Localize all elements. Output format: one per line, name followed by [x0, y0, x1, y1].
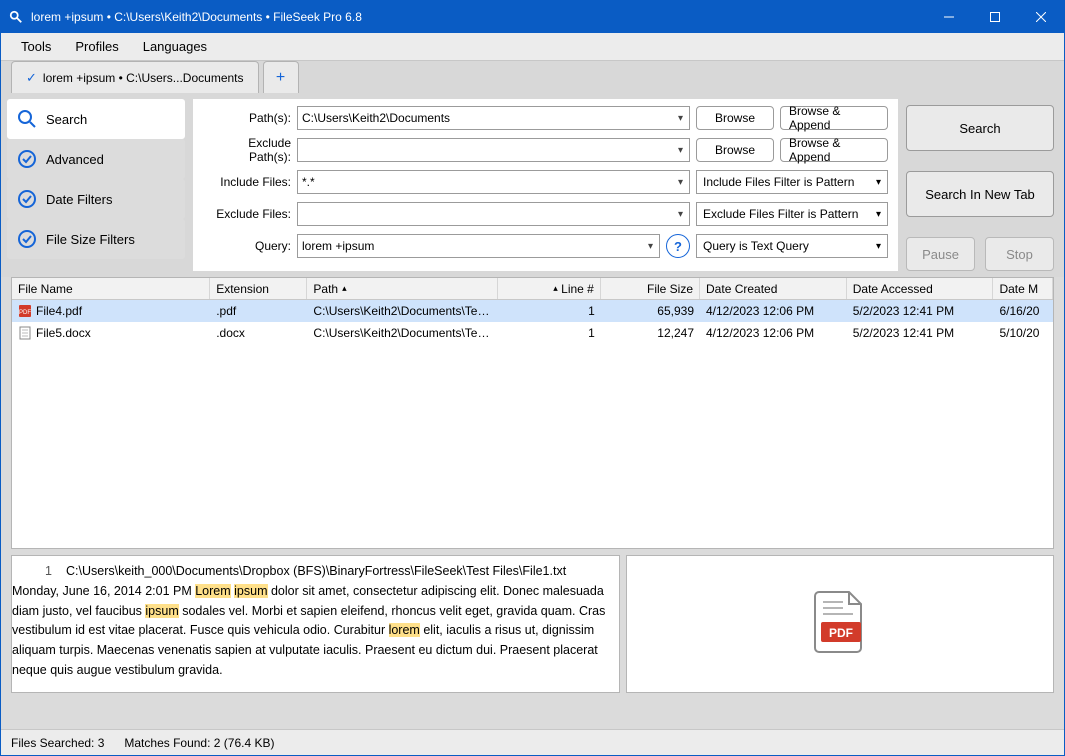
highlight: lorem: [389, 623, 420, 637]
menubar: Tools Profiles Languages: [1, 33, 1064, 61]
preview-line-number: 1: [12, 562, 52, 581]
query-help-button[interactable]: ?: [666, 234, 690, 258]
results-grid[interactable]: File Name Extension Path▴ ▴ Line # File …: [11, 277, 1054, 549]
include-files-input[interactable]: *.*▾: [297, 170, 690, 194]
col-filesize[interactable]: File Size: [601, 278, 700, 299]
status-files-searched: Files Searched: 3: [11, 736, 104, 750]
col-filename[interactable]: File Name: [12, 278, 210, 299]
status-matches-found: Matches Found: 2 (76.4 KB): [124, 736, 274, 750]
grid-header: File Name Extension Path▴ ▴ Line # File …: [12, 278, 1053, 300]
exclude-files-label: Exclude Files:: [203, 207, 291, 221]
tabstrip: ✓ lorem +ipsum • C:\Users...Documents +: [1, 61, 1064, 93]
exclude-path-label: Exclude Path(s):: [203, 136, 291, 164]
search-new-tab-button[interactable]: Search In New Tab: [906, 171, 1054, 217]
nav-file-size-filters[interactable]: File Size Filters: [7, 219, 185, 259]
exclude-files-input[interactable]: ▾: [297, 202, 690, 226]
search-button[interactable]: Search: [906, 105, 1054, 151]
path-input[interactable]: C:\Users\Keith2\Documents▾: [297, 106, 690, 130]
file-icon: PDF: [18, 304, 32, 318]
menu-languages[interactable]: Languages: [131, 35, 219, 58]
action-column: Search Search In New Tab Pause Stop: [906, 99, 1054, 271]
browse-append-path-button[interactable]: Browse & Append: [780, 106, 888, 130]
pdf-icon: PDF: [813, 590, 867, 659]
chevron-down-icon: ▾: [678, 209, 683, 220]
minimize-button[interactable]: [926, 1, 972, 33]
browse-exclude-button[interactable]: Browse: [696, 138, 774, 162]
sort-asc-icon: ▴: [342, 283, 347, 294]
highlight: Lorem: [195, 584, 230, 598]
app-icon: [9, 10, 23, 24]
chevron-down-icon: ▾: [876, 177, 881, 188]
col-created[interactable]: Date Created: [700, 278, 847, 299]
include-filter-mode-select[interactable]: Include Files Filter is Pattern▾: [696, 170, 888, 194]
browse-path-button[interactable]: Browse: [696, 106, 774, 130]
chevron-down-icon: ▾: [648, 241, 653, 252]
col-line[interactable]: ▴ Line #: [498, 278, 601, 299]
search-form: Path(s): C:\Users\Keith2\Documents▾ Brow…: [193, 99, 898, 271]
highlight: ipsum: [145, 604, 178, 618]
menu-profiles[interactable]: Profiles: [63, 35, 130, 58]
maximize-button[interactable]: [972, 1, 1018, 33]
stop-button[interactable]: Stop: [985, 237, 1054, 271]
check-circle-icon: [16, 188, 38, 210]
search-icon: [16, 108, 38, 130]
side-nav: Search Advanced Date Filters File Size F…: [7, 99, 185, 271]
nav-label: Search: [46, 112, 87, 127]
col-path[interactable]: Path▴: [307, 278, 497, 299]
check-icon: ✓: [26, 70, 37, 86]
nav-label: File Size Filters: [46, 232, 135, 247]
pause-button[interactable]: Pause: [906, 237, 975, 271]
menu-tools[interactable]: Tools: [9, 35, 63, 58]
col-modified[interactable]: Date M: [993, 278, 1053, 299]
window-title: lorem +ipsum • C:\Users\Keith2\Documents…: [31, 10, 926, 24]
search-tab[interactable]: ✓ lorem +ipsum • C:\Users...Documents: [11, 61, 259, 93]
highlight: ipsum: [234, 584, 267, 598]
chevron-down-icon: ▾: [876, 209, 881, 220]
nav-label: Date Filters: [46, 192, 112, 207]
svg-text:PDF: PDF: [19, 310, 31, 316]
close-button[interactable]: [1018, 1, 1064, 33]
file-icon: [18, 326, 32, 340]
sort-asc-icon: ▴: [553, 283, 558, 294]
query-label: Query:: [203, 239, 291, 253]
chevron-down-icon: ▾: [876, 241, 881, 252]
browse-append-exclude-button[interactable]: Browse & Append: [780, 138, 888, 162]
svg-text:PDF: PDF: [829, 626, 853, 640]
include-files-label: Include Files:: [203, 175, 291, 189]
col-accessed[interactable]: Date Accessed: [847, 278, 994, 299]
col-extension[interactable]: Extension: [210, 278, 307, 299]
titlebar[interactable]: lorem +ipsum • C:\Users\Keith2\Documents…: [1, 1, 1064, 33]
nav-label: Advanced: [46, 152, 104, 167]
table-row[interactable]: PDFFile4.pdf.pdfC:\Users\Keith2\Document…: [12, 300, 1053, 322]
chevron-down-icon: ▾: [678, 145, 683, 156]
query-input[interactable]: lorem +ipsum▾: [297, 234, 660, 258]
tab-label: lorem +ipsum • C:\Users...Documents: [43, 71, 244, 85]
query-mode-select[interactable]: Query is Text Query▾: [696, 234, 888, 258]
nav-date-filters[interactable]: Date Filters: [7, 179, 185, 219]
exclude-filter-mode-select[interactable]: Exclude Files Filter is Pattern▾: [696, 202, 888, 226]
table-row[interactable]: File5.docx.docxC:\Users\Keith2\Documents…: [12, 322, 1053, 344]
path-label: Path(s):: [203, 111, 291, 125]
nav-advanced[interactable]: Advanced: [7, 139, 185, 179]
text-preview[interactable]: 1C:\Users\keith_000\Documents\Dropbox (B…: [11, 555, 620, 693]
check-circle-icon: [16, 228, 38, 250]
thumbnail-preview: PDF: [626, 555, 1054, 693]
new-tab-button[interactable]: +: [263, 61, 299, 93]
statusbar: Files Searched: 3 Matches Found: 2 (76.4…: [1, 729, 1064, 755]
check-circle-icon: [16, 148, 38, 170]
chevron-down-icon: ▾: [678, 113, 683, 124]
exclude-path-input[interactable]: ▾: [297, 138, 690, 162]
chevron-down-icon: ▾: [678, 177, 683, 188]
nav-search[interactable]: Search: [7, 99, 185, 139]
